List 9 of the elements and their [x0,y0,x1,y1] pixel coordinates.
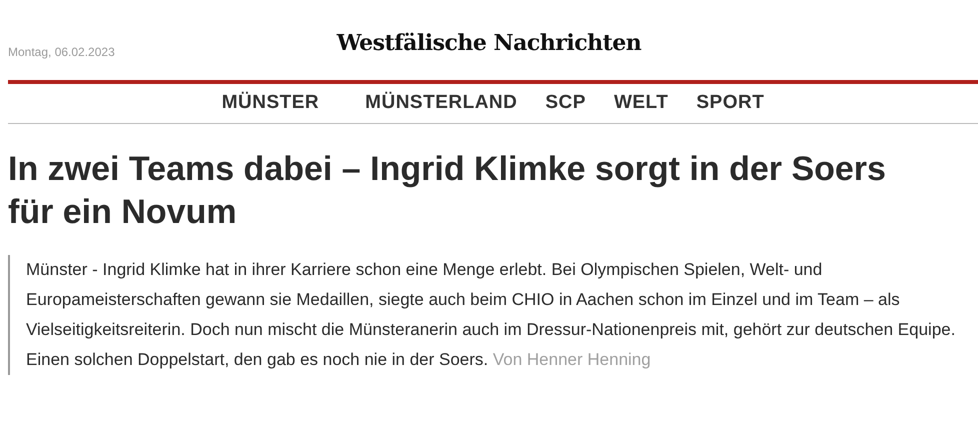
site-logo[interactable]: Westfälische Nachrichten [336,27,642,60]
nav-link[interactable]: SPORT [684,89,776,118]
nav-link[interactable]: MÜNSTERLAND [353,89,530,118]
article-headline: In zwei Teams dabei – Ingrid Klimke sorgt in der Soers für ein Novum [8,149,887,232]
nav-link[interactable]: SCP [533,89,598,118]
date-label: Montag, 06.02.2023 [8,44,115,61]
nav-link[interactable]: MÜNSTER [210,89,332,118]
lead-paragraph: Münster - Ingrid Klimke hat in ihrer Karriere schon eine Menge erlebt. Bei Olympischen Spielen, Welt- und Europameisterschaften gewann sie Medaillen, siegte auch beim CHIO in Aachen schon im Einzel und im Team – als Vielseitigkeitsreiterin. Doch nun mischt die Münsteranerin auch im Dressur-Nationenpreis mit, gehört zur deutschen Equipe. Einen solchen Doppelstart, den gab es noch nie in der Soers. Von Henner Henning [8,255,974,375]
nav-link[interactable]: WELT [602,89,680,118]
